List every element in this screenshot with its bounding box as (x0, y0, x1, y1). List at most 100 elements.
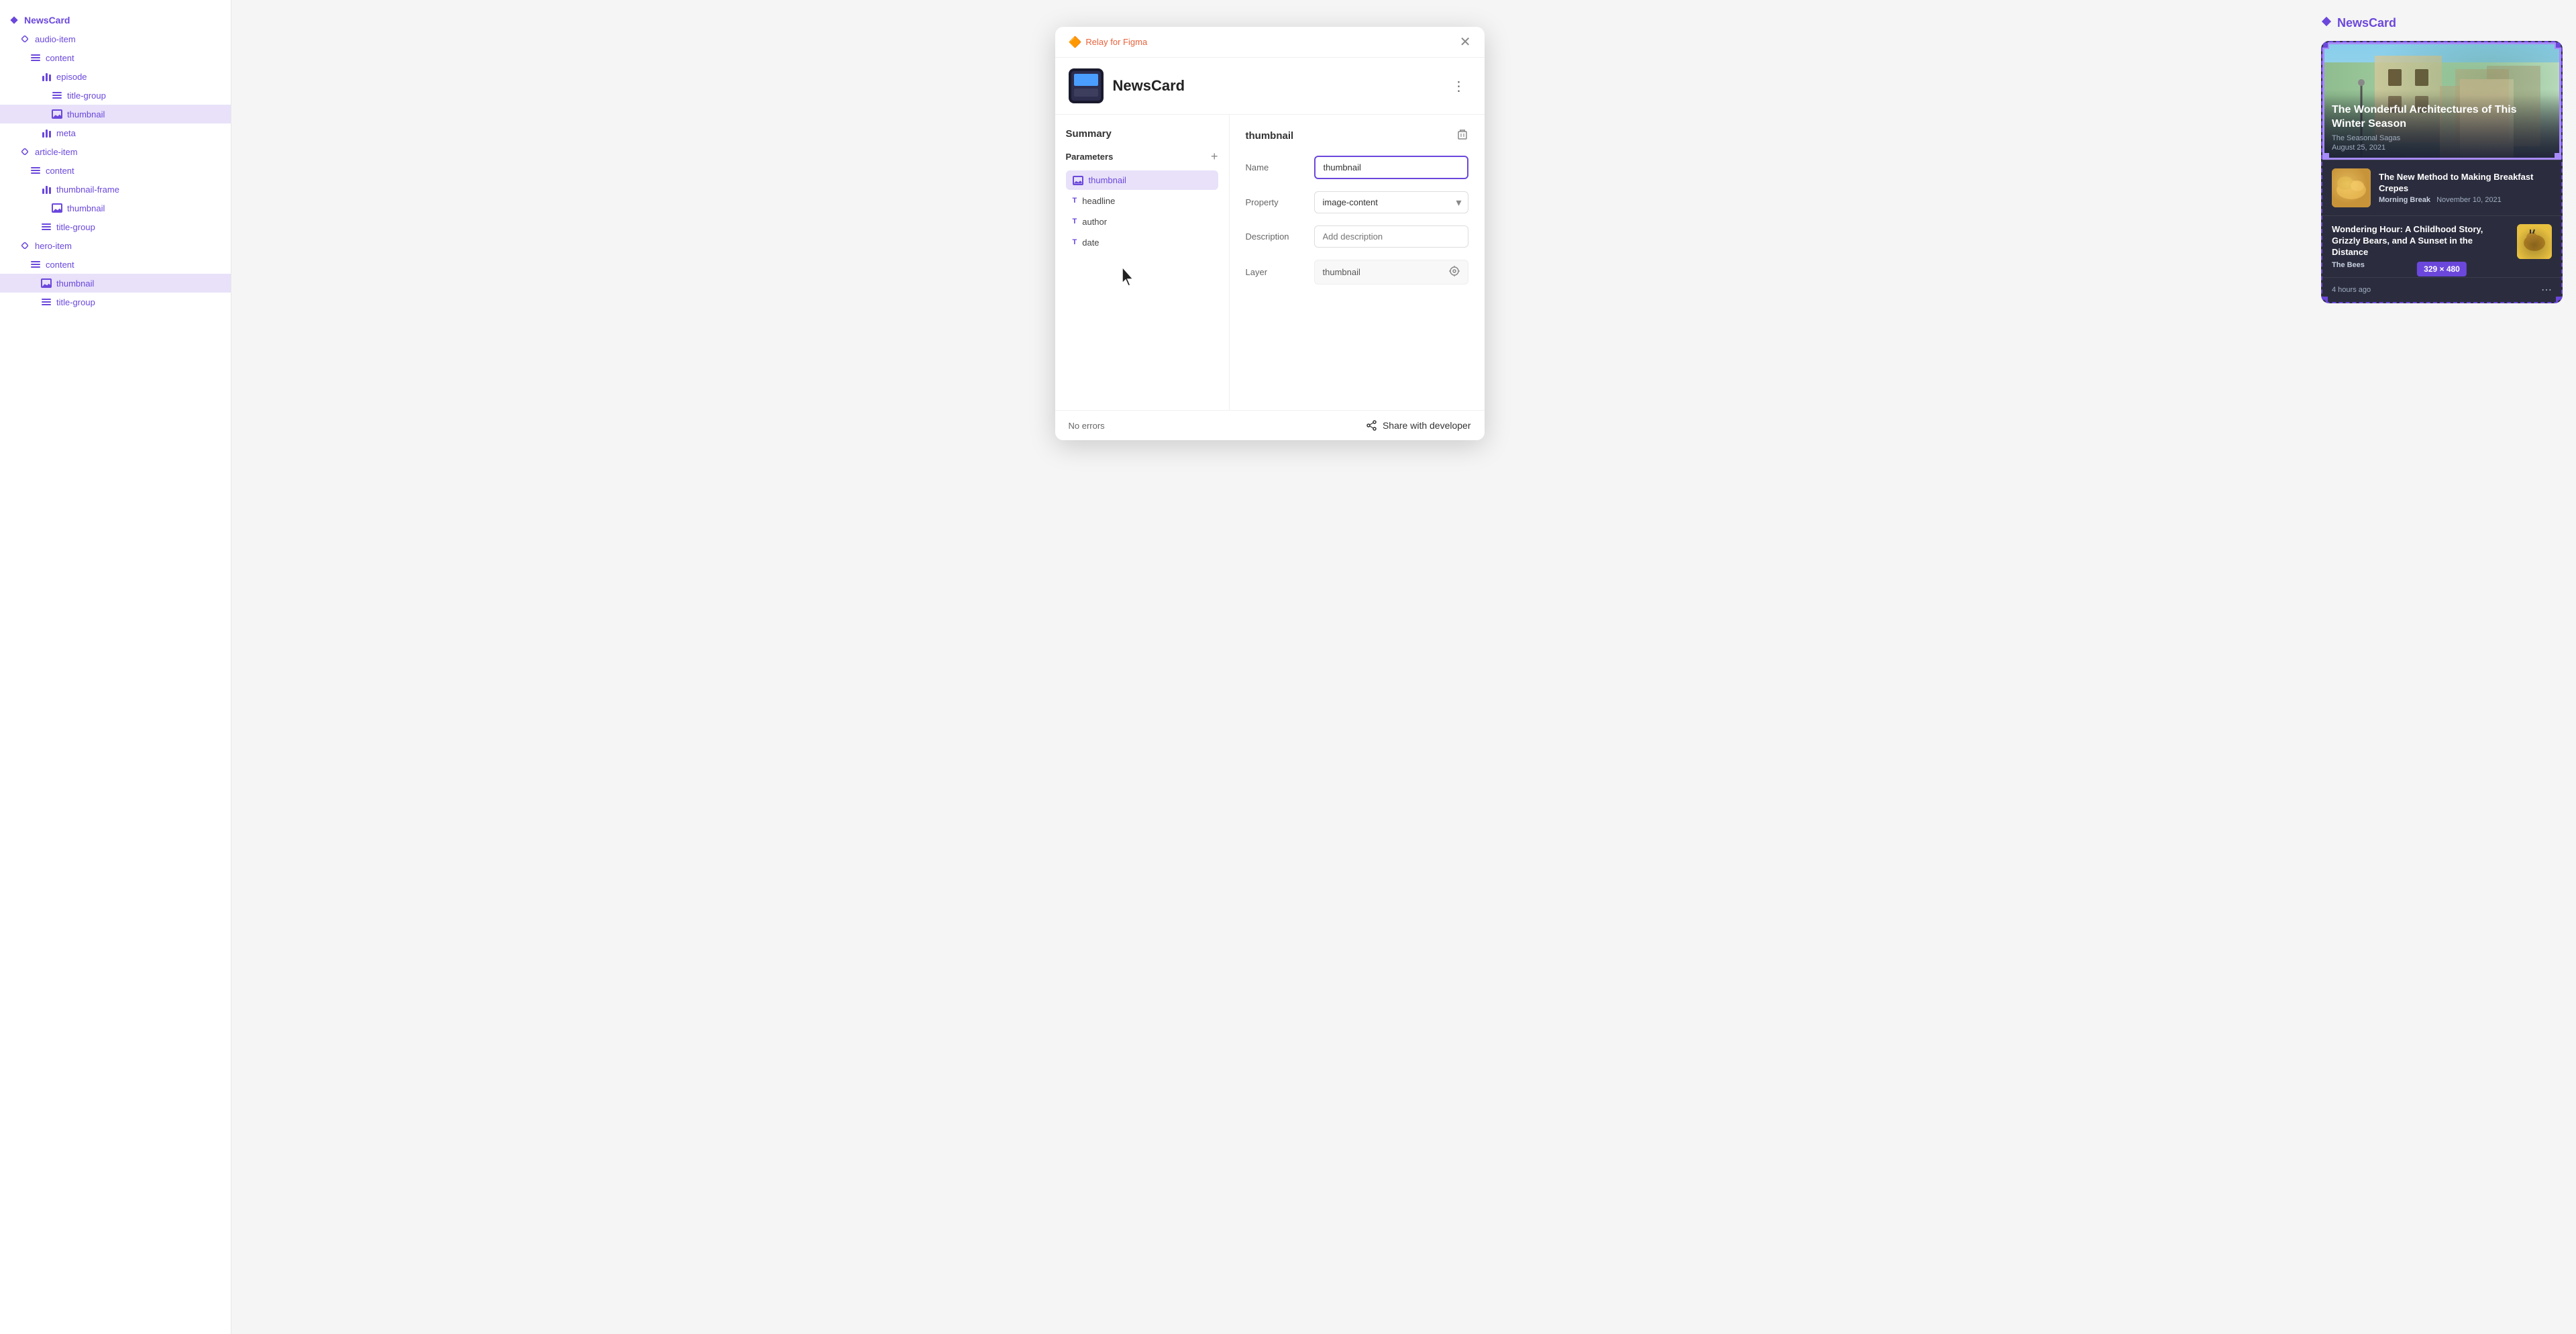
corner-handle-bl (2321, 297, 2328, 303)
preview-header: NewsCard (2321, 16, 2563, 30)
bars-icon-2 (51, 89, 63, 101)
card-crepes-info: The New Method to Making Breakfast Crepe… (2379, 172, 2552, 205)
card-crepes-thumbnail (2332, 168, 2371, 207)
panel-more-button[interactable]: ⋮ (1447, 75, 1471, 97)
param-item-date[interactable]: T date (1066, 233, 1218, 252)
corner-handle-tr (2556, 41, 2563, 48)
panel-close-button[interactable]: ✕ (1460, 34, 1471, 50)
cursor-icon (1120, 266, 1138, 289)
card-bears-source: The Bees (2332, 261, 2365, 269)
layer-field-label: Layer (1246, 267, 1306, 277)
detail-header-row: thumbnail (1246, 128, 1468, 144)
card-crepes-meta: Morning Break November 10, 2021 (2379, 196, 2552, 204)
card-crepes-title: The New Method to Making Breakfast Crepe… (2379, 172, 2552, 195)
property-select[interactable]: image-content (1314, 191, 1468, 213)
image-icon-2 (51, 202, 63, 214)
detail-title: thumbnail (1246, 130, 1448, 142)
card-bears-title: Wondering Hour: A Childhood Story, Grizz… (2332, 224, 2510, 258)
hero-author: The Seasonal Sagas (2332, 134, 2552, 142)
sidebar-item-content-3[interactable]: content (0, 255, 231, 274)
param-label-author: author (1082, 217, 1107, 227)
vbars-icon-2 (40, 127, 52, 139)
panel-component-title: NewsCard (1113, 77, 1438, 95)
description-field-row: Description (1246, 225, 1468, 248)
sidebar-item-thumbnail-2[interactable]: thumbnail (0, 199, 231, 217)
parameter-list: thumbnail T headline T author T date (1066, 170, 1218, 252)
bars-icon-6 (40, 296, 52, 308)
sidebar-item-thumbnail-frame[interactable]: thumbnail-frame (0, 180, 231, 199)
share-button[interactable]: Share with developer (1366, 420, 1471, 431)
target-icon (1449, 266, 1460, 276)
crepe-svg (2332, 168, 2371, 207)
image-icon-3 (40, 277, 52, 289)
newscard-preview-card: The Wonderful Architectures of This Wint… (2321, 41, 2563, 303)
name-input[interactable] (1314, 156, 1468, 179)
panel-right-section: thumbnail Name (1230, 115, 1485, 410)
vbars-icon-3 (40, 183, 52, 195)
sidebar-item-title-group-1[interactable]: title-group (0, 86, 231, 105)
bars-icon-5 (30, 258, 42, 270)
sidebar-item-content-2[interactable]: content (0, 161, 231, 180)
description-input[interactable] (1314, 225, 1468, 248)
property-field-row: Property image-content ▾ (1246, 191, 1468, 213)
param-label-thumbnail: thumbnail (1089, 175, 1126, 185)
layer-field-row: Layer thumbnail (1246, 260, 1468, 285)
name-field-row: Name (1246, 156, 1468, 179)
sidebar-item-thumbnail-3[interactable]: thumbnail (0, 274, 231, 293)
sidebar-item-thumbnail-1[interactable]: thumbnail (0, 105, 231, 123)
relay-header: 🔶 Relay for Figma ✕ (1055, 27, 1485, 58)
sidebar-item-content-1[interactable]: content (0, 48, 231, 67)
param-label-headline: headline (1082, 196, 1115, 206)
sidebar-item-episode[interactable]: episode (0, 67, 231, 86)
summary-heading: Summary (1066, 128, 1218, 140)
footer-time: 4 hours ago (2332, 286, 2371, 294)
trash-icon (1456, 128, 1468, 140)
corner-handle-tl (2321, 41, 2328, 48)
panel-footer: No errors Share with developer (1055, 410, 1485, 440)
layer-target-button[interactable] (1449, 266, 1460, 278)
sidebar-item-article-item[interactable]: article-item (0, 142, 231, 161)
vbars-icon (40, 70, 52, 83)
card-footer: 4 hours ago ⋯ (2322, 277, 2561, 302)
sidebar-item-hero-item[interactable]: hero-item (0, 236, 231, 255)
share-label: Share with developer (1383, 420, 1471, 431)
corner-handle-br (2556, 297, 2563, 303)
param-item-headline[interactable]: T headline (1066, 191, 1218, 211)
card-crepes: The New Method to Making Breakfast Crepe… (2322, 160, 2561, 215)
relay-panel: 🔶 Relay for Figma ✕ NewsCard ⋮ Summary P… (1055, 27, 1485, 440)
diamond-outline-icon-2 (19, 146, 31, 158)
delete-parameter-button[interactable] (1456, 128, 1468, 144)
sidebar-item-title-group-2[interactable]: title-group (0, 217, 231, 236)
layer-value-display: thumbnail (1314, 260, 1468, 285)
sidebar: NewsCard audio-item content episode titl… (0, 0, 231, 1334)
param-text-icon-author: T (1073, 218, 1077, 225)
sidebar-item-meta[interactable]: meta (0, 123, 231, 142)
panel-body: Summary Parameters + thumbnail T headlin… (1055, 115, 1485, 410)
param-item-author[interactable]: T author (1066, 212, 1218, 232)
bars-icon-4 (40, 221, 52, 233)
bars-icon-3 (30, 164, 42, 176)
param-item-thumbnail[interactable]: thumbnail (1066, 170, 1218, 190)
image-icon-1 (51, 108, 63, 120)
param-text-icon-headline: T (1073, 197, 1077, 205)
bars-icon (30, 52, 42, 64)
sidebar-item-title-group-3[interactable]: title-group (0, 293, 231, 311)
param-label-date: date (1082, 238, 1099, 248)
card-crepes-date: November 10, 2021 (2436, 196, 2502, 204)
sidebar-item-newscard[interactable]: NewsCard (0, 11, 231, 30)
add-parameter-button[interactable]: + (1211, 150, 1218, 162)
diamond-outline-icon (19, 33, 31, 45)
bees-svg (2517, 224, 2552, 259)
share-icon (1366, 420, 1377, 431)
card-crepes-source: Morning Break (2379, 196, 2430, 204)
no-errors-label: No errors (1069, 421, 1105, 431)
relay-logo-icon: 🔶 (1069, 36, 1082, 49)
sidebar-item-audio-item[interactable]: audio-item (0, 30, 231, 48)
right-preview-panel: NewsCard (2308, 0, 2576, 1334)
name-field-label: Name (1246, 162, 1306, 172)
parameters-label: Parameters (1066, 152, 1114, 162)
diamond-outline-icon-3 (19, 240, 31, 252)
parameters-section-header: Parameters + (1066, 150, 1218, 162)
footer-menu-button[interactable]: ⋯ (2541, 283, 2552, 297)
hero-headline: The Wonderful Architectures of This Wint… (2332, 103, 2552, 132)
